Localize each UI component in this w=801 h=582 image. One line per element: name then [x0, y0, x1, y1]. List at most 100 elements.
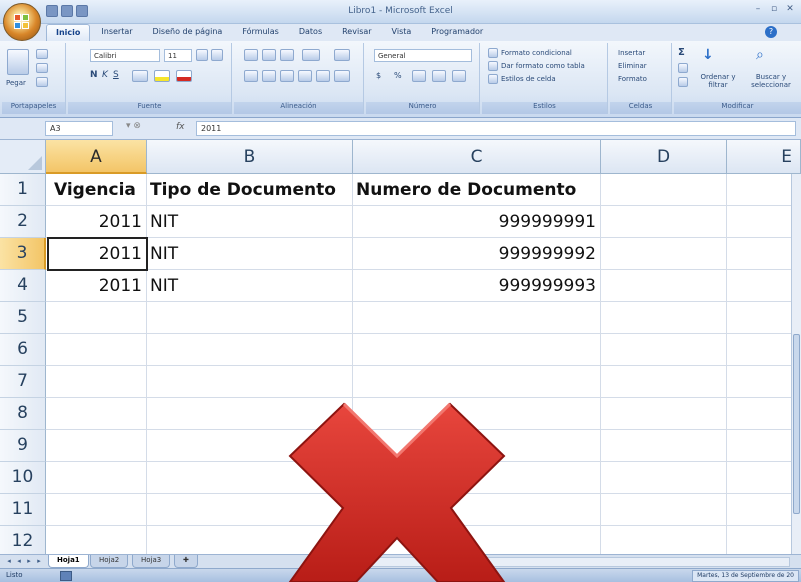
sheet-tab-hoja1[interactable]: Hoja1 — [48, 555, 89, 568]
row-header-7[interactable]: 7 — [0, 366, 46, 398]
tab-datos[interactable]: Datos — [290, 24, 331, 41]
fill-color-icon[interactable] — [154, 70, 170, 82]
close-icon[interactable]: ✕ — [783, 4, 797, 16]
column-header-b[interactable]: B — [147, 140, 353, 174]
decrease-indent-icon[interactable] — [298, 70, 312, 82]
fill-icon[interactable] — [678, 63, 688, 73]
row-header-5[interactable]: 5 — [0, 302, 46, 334]
copy-icon[interactable] — [36, 63, 48, 73]
tab-formulas[interactable]: Fórmulas — [233, 24, 288, 41]
minimize-icon[interactable]: – — [751, 4, 765, 16]
tab-revisar[interactable]: Revisar — [333, 24, 380, 41]
last-sheet-icon[interactable]: ▸ — [34, 557, 44, 567]
format-table-icon[interactable] — [488, 61, 498, 71]
prev-sheet-icon[interactable]: ◂ — [14, 557, 24, 567]
formula-input[interactable]: 2011 — [196, 121, 796, 136]
macro-record-icon[interactable] — [60, 571, 72, 581]
grow-font-icon[interactable] — [196, 49, 208, 61]
maximize-icon[interactable]: ▫ — [767, 4, 781, 16]
cell-a2[interactable]: 2011 — [47, 206, 146, 238]
conditional-format-button[interactable]: Formato condicional — [501, 49, 572, 57]
cell-b2[interactable]: NIT — [146, 206, 352, 238]
cell-b3[interactable]: NIT — [146, 238, 352, 270]
column-header-e[interactable]: E — [727, 140, 801, 174]
format-cells-button[interactable]: Formato — [618, 75, 647, 83]
shrink-font-icon[interactable] — [211, 49, 223, 61]
sort-filter-icon[interactable]: ↓ — [702, 47, 714, 63]
cell-c1[interactable]: Numero de Documento — [352, 174, 600, 206]
name-box[interactable]: A3 — [45, 121, 113, 136]
row-header-8[interactable]: 8 — [0, 398, 46, 430]
wrap-text-icon[interactable] — [334, 49, 350, 61]
clear-icon[interactable] — [678, 77, 688, 87]
column-header-d[interactable]: D — [601, 140, 727, 174]
cell-a4[interactable]: 2011 — [47, 270, 146, 302]
italic-icon[interactable]: K — [102, 70, 108, 80]
borders-icon[interactable] — [132, 70, 148, 82]
merge-center-icon[interactable] — [334, 70, 350, 82]
format-as-table-button[interactable]: Dar formato como tabla — [501, 62, 585, 70]
row-header-1[interactable]: 1 — [0, 174, 46, 206]
tab-vista[interactable]: Vista — [383, 24, 421, 41]
delete-cells-button[interactable]: Eliminar — [618, 62, 647, 70]
find-icon[interactable]: ⌕ — [756, 47, 764, 63]
insert-cells-button[interactable]: Insertar — [618, 49, 645, 57]
align-bottom-icon[interactable] — [280, 49, 294, 61]
sheet-tab-hoja3[interactable]: Hoja3 — [132, 555, 171, 568]
paste-icon[interactable] — [7, 49, 29, 75]
increase-decimal-icon[interactable] — [432, 70, 446, 82]
align-top-icon[interactable] — [244, 49, 258, 61]
align-center-icon[interactable] — [262, 70, 276, 82]
font-family-select[interactable]: Calibri — [90, 49, 160, 62]
autosum-icon[interactable]: Σ — [678, 47, 685, 58]
format-painter-icon[interactable] — [36, 77, 48, 87]
vertical-scrollbar[interactable] — [791, 174, 801, 554]
tab-insertar[interactable]: Insertar — [92, 24, 141, 41]
align-left-icon[interactable] — [244, 70, 258, 82]
orientation-icon[interactable] — [302, 49, 320, 61]
row-header-12[interactable]: 12 — [0, 526, 46, 554]
cell-c2[interactable]: 999999991 — [352, 206, 600, 238]
tab-inicio[interactable]: Inicio — [46, 24, 91, 41]
row-header-6[interactable]: 6 — [0, 334, 46, 366]
cell-b1[interactable]: Tipo de Documento — [146, 174, 352, 206]
cell-c4[interactable]: 999999993 — [352, 270, 600, 302]
tab-programador[interactable]: Programador — [422, 24, 492, 41]
comma-style-icon[interactable] — [412, 70, 426, 82]
decrease-decimal-icon[interactable] — [452, 70, 466, 82]
office-button[interactable] — [3, 3, 41, 41]
next-sheet-icon[interactable]: ▸ — [24, 557, 34, 567]
row-header-2[interactable]: 2 — [0, 206, 46, 238]
column-header-a[interactable]: A — [46, 140, 147, 174]
column-header-c[interactable]: C — [353, 140, 601, 174]
align-right-icon[interactable] — [280, 70, 294, 82]
number-format-select[interactable]: General — [374, 49, 472, 62]
insert-function-icon[interactable]: fx — [176, 122, 185, 132]
find-select-button[interactable]: Buscar y seleccionar — [744, 73, 798, 89]
row-header-4[interactable]: 4 — [0, 270, 46, 302]
cut-icon[interactable] — [36, 49, 48, 59]
row-header-10[interactable]: 10 — [0, 462, 46, 494]
sort-filter-button[interactable]: Ordenar y filtrar — [696, 73, 740, 89]
cell-b4[interactable]: NIT — [146, 270, 352, 302]
select-all-button[interactable] — [0, 140, 46, 174]
paste-label[interactable]: Pegar — [6, 79, 26, 87]
align-middle-icon[interactable] — [262, 49, 276, 61]
increase-indent-icon[interactable] — [316, 70, 330, 82]
currency-icon[interactable]: $ — [376, 71, 381, 80]
row-header-3[interactable]: 3 — [0, 238, 46, 270]
underline-icon[interactable]: S — [113, 70, 119, 80]
font-color-icon[interactable] — [176, 70, 192, 82]
help-icon[interactable]: ? — [765, 26, 777, 38]
sheet-tab-hoja2[interactable]: Hoja2 — [90, 555, 129, 568]
row-header-11[interactable]: 11 — [0, 494, 46, 526]
insert-sheet-icon[interactable]: ✚ — [174, 555, 198, 568]
percent-icon[interactable]: % — [394, 71, 402, 80]
row-header-9[interactable]: 9 — [0, 430, 46, 462]
formula-cancel-icon[interactable]: ▾ ⊗ — [126, 121, 141, 131]
cell-c3[interactable]: 999999992 — [352, 238, 600, 270]
conditional-format-icon[interactable] — [488, 48, 498, 58]
bold-icon[interactable]: N — [90, 70, 98, 80]
cell-styles-button[interactable]: Estilos de celda — [501, 75, 556, 83]
cell-a1[interactable]: Vigencia — [50, 174, 146, 206]
